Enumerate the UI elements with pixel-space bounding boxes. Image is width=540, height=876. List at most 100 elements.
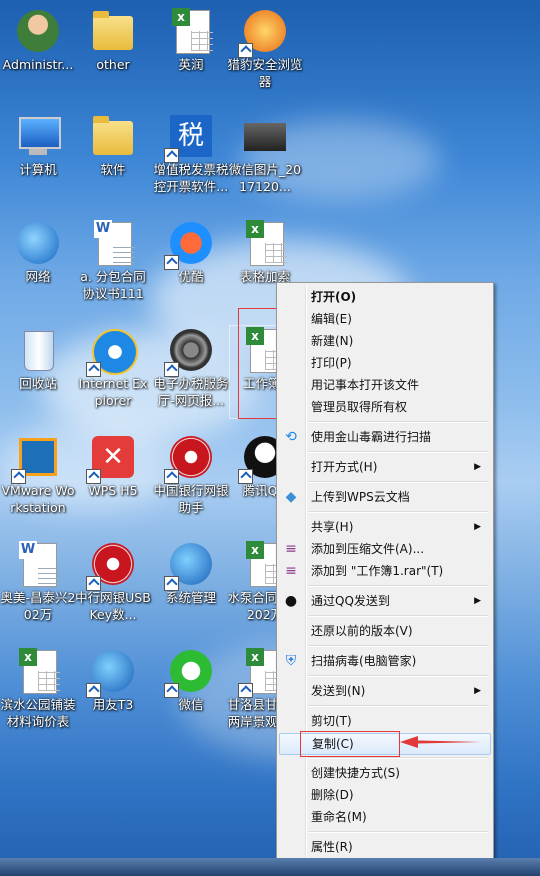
menu-item[interactable]: 管理员取得所有权 (279, 397, 489, 417)
desktop-icon-label: 中行网银USBKey数... (75, 590, 151, 622)
desktop-icon[interactable]: 微信图片_2017120... (227, 113, 303, 195)
wps-cloud-icon: ◆ (285, 489, 297, 505)
menu-item[interactable]: 编辑(E) (279, 309, 489, 329)
desktop-icon-label: 软件 (100, 162, 126, 177)
shortcut-arrow-icon (164, 362, 179, 377)
wechat-icon (164, 648, 214, 698)
desktop-icon[interactable]: 计算机 (0, 113, 76, 178)
desktop-icon-label: VMware Workstation (1, 483, 75, 515)
menu-item[interactable]: 重命名(M) (279, 807, 489, 827)
desktop-icon[interactable]: x 滨水公园铺装材料询价表 (0, 648, 76, 730)
image-file-icon (242, 113, 288, 159)
menu-separator (308, 615, 488, 617)
desktop-icon[interactable]: 中国银行网银助手 (153, 434, 229, 516)
shortcut-arrow-icon (86, 576, 101, 591)
submenu-arrow-icon: ▶ (474, 522, 481, 532)
desktop-icon[interactable]: 回收站 (0, 327, 76, 392)
desktop-icon[interactable]: 电子办税服务厅-网页报... (153, 327, 229, 409)
menu-item[interactable]: 属性(R) (279, 837, 489, 857)
youku-icon (164, 220, 214, 270)
menu-item[interactable]: ● 通过QQ发送到 ▶ (279, 591, 489, 611)
desktop-icon[interactable]: 软件 (75, 113, 151, 178)
menu-item[interactable]: 打开(O) (279, 287, 489, 307)
menu-item-label: 还原以前的版本(V) (311, 624, 413, 638)
menu-separator (308, 831, 488, 833)
menu-item-label: 添加到压缩文件(A)... (311, 542, 425, 556)
excel-file-icon: x (242, 220, 288, 266)
shortcut-arrow-icon (164, 469, 179, 484)
menu-item-label: 重命名(M) (311, 810, 367, 824)
winrar-icon: ≡ (285, 541, 297, 557)
desktop-icon[interactable]: 税增值税发票税控开票软件... (153, 113, 229, 195)
menu-item[interactable]: ≡ 添加到 "工作簿1.rar"(T) (279, 561, 489, 581)
shortcut-arrow-icon (86, 469, 101, 484)
menu-separator (308, 705, 488, 707)
desktop-icon-label: other (96, 57, 130, 72)
menu-item[interactable]: 还原以前的版本(V) (279, 621, 489, 641)
shortcut-arrow-icon (11, 469, 26, 484)
desktop-icon-label: 电子办税服务厅-网页报... (153, 376, 229, 408)
menu-item[interactable]: 剪切(T) (279, 711, 489, 731)
menu-item[interactable]: 发送到(N) ▶ (279, 681, 489, 701)
menu-item-label: 删除(D) (311, 788, 354, 802)
annotation-arrow (400, 736, 482, 748)
system-icon (164, 541, 214, 591)
excel-file-icon: x (15, 648, 61, 694)
desktop-icon[interactable]: x 英润 (153, 8, 229, 73)
desktop-icon[interactable]: 用友T3 (75, 648, 151, 713)
menu-item-label: 创建快捷方式(S) (311, 766, 400, 780)
desktop-icon-label: WPS H5 (88, 483, 138, 498)
yonyou-icon (86, 648, 136, 698)
menu-item[interactable]: 创建快捷方式(S) (279, 763, 489, 783)
menu-item[interactable]: ⟲ 使用金山毒霸进行扫描 (279, 427, 489, 447)
menu-item-label: 剪切(T) (311, 714, 352, 728)
desktop-icon[interactable]: x 表格加索 (227, 220, 303, 285)
menu-item[interactable]: 用记事本打开该文件 (279, 375, 489, 395)
desktop-icon[interactable]: Administr... (0, 8, 76, 73)
menu-item[interactable]: 打开方式(H) ▶ (279, 457, 489, 477)
desktop-icon[interactable]: other (75, 8, 151, 73)
desktop-icon[interactable]: Internet Explorer (75, 327, 151, 409)
menu-item-label: 使用金山毒霸进行扫描 (311, 430, 432, 444)
menu-item[interactable]: ◆ 上传到WPS云文档 (279, 487, 489, 507)
shortcut-arrow-icon (164, 255, 179, 270)
menu-item-label: 打开(O) (311, 290, 357, 304)
desktop-icon[interactable]: VMware Workstation (0, 434, 76, 516)
desktop-icon[interactable]: 系统管理 (153, 541, 229, 606)
desktop-icon-label: 网络 (25, 269, 51, 284)
shortcut-arrow-icon (238, 469, 253, 484)
desktop-icon-label: 英润 (178, 57, 204, 72)
word-file-icon: W (90, 220, 136, 266)
shortcut-arrow-icon (238, 43, 253, 58)
menu-separator (308, 451, 488, 453)
cheetah-browser-icon (238, 8, 288, 58)
shortcut-arrow-icon (86, 362, 101, 377)
menu-separator (308, 757, 488, 759)
menu-item-label: 编辑(E) (311, 312, 352, 326)
submenu-arrow-icon: ▶ (474, 686, 481, 696)
menu-item[interactable]: 新建(N) (279, 331, 489, 351)
menu-separator (308, 511, 488, 513)
boc-icon (164, 434, 214, 484)
desktop-icon[interactable]: Wa. 分包合同协议书111 (75, 220, 151, 302)
context-menu: 打开(O) 编辑(E) 新建(N) 打印(P) 用记事本打开该文件 管理员取得所有权 ⟲ 使用… (276, 282, 494, 862)
desktop-icon[interactable]: 微信 (153, 648, 229, 713)
desktop-icon-label: 系统管理 (165, 590, 216, 605)
winrar-icon: ≡ (285, 563, 297, 579)
shortcut-arrow-icon (164, 576, 179, 591)
menu-item[interactable]: 打印(P) (279, 353, 489, 373)
desktop-icon[interactable]: 优酷 (153, 220, 229, 285)
wps-h5-icon: ✕ (86, 434, 136, 484)
menu-item[interactable]: 删除(D) (279, 785, 489, 805)
shortcut-arrow-icon (164, 148, 179, 163)
menu-item[interactable]: 共享(H) ▶ (279, 517, 489, 537)
menu-item[interactable]: ≡ 添加到压缩文件(A)... (279, 539, 489, 559)
desktop-icon[interactable]: W 奥美-昌泰兴202万 (0, 541, 76, 623)
desktop-icon[interactable]: 中行网银USBKey数... (75, 541, 151, 623)
menu-item[interactable]: ⛨ 扫描病毒(电脑管家) (279, 651, 489, 671)
menu-item-label: 添加到 "工作簿1.rar"(T) (311, 564, 444, 578)
desktop-icon[interactable]: ✕ WPS H5 (75, 434, 151, 499)
desktop-icon[interactable]: 猎豹安全浏览器 (227, 8, 303, 90)
desktop-icon[interactable]: 网络 (0, 220, 76, 285)
desktop-icon-label: 增值税发票税控开票软件... (153, 162, 229, 194)
